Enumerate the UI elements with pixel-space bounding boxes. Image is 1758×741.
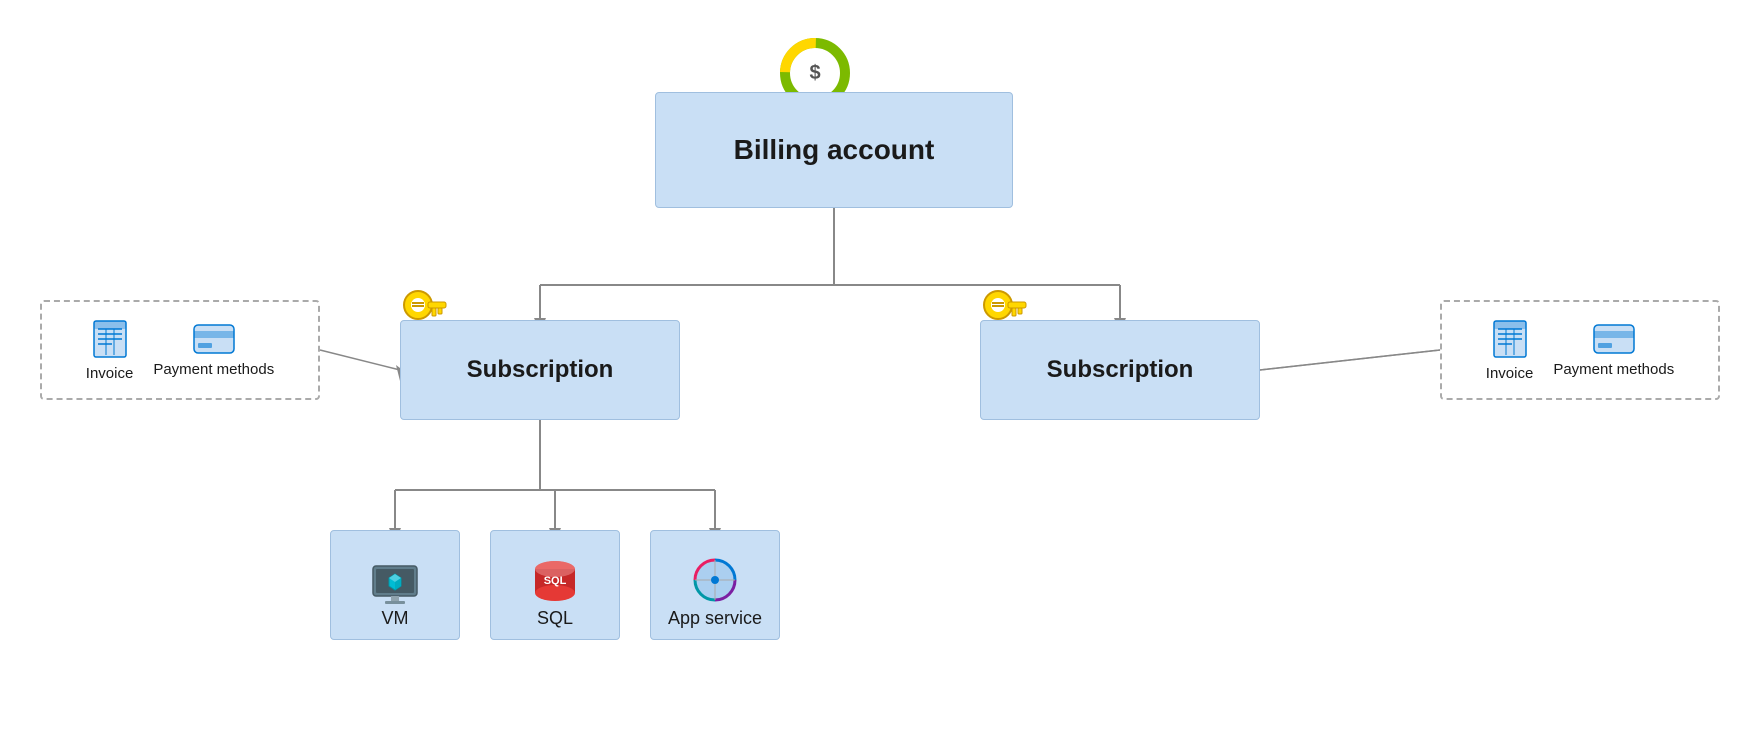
invoice-left-label: Invoice [86, 365, 134, 382]
payment-right-item: Payment methods [1553, 323, 1674, 378]
invoice-right-item: Invoice [1486, 319, 1534, 382]
svg-text:SQL: SQL [544, 575, 567, 587]
invoice-left-item: Invoice [86, 319, 134, 382]
diagram-container: $ Billing account [0, 0, 1758, 741]
right-side-box: Invoice Payment methods [1440, 300, 1720, 400]
invoice-right-label: Invoice [1486, 365, 1534, 382]
payment-left-item: Payment methods [153, 323, 274, 378]
subscription-left-label: Subscription [467, 356, 614, 384]
left-side-box: Invoice Payment methods [40, 300, 320, 400]
sql-node: SQL SQL [490, 530, 620, 640]
billing-account-label: Billing account [734, 134, 935, 166]
vm-node: VM [330, 530, 460, 640]
subscription-right-node: Subscription [980, 320, 1260, 420]
appservice-label: App service [668, 608, 762, 629]
vm-label: VM [382, 608, 409, 629]
payment-right-label: Payment methods [1553, 361, 1674, 378]
billing-account-node: Billing account [655, 92, 1013, 208]
subscription-left-node: Subscription [400, 320, 680, 420]
sql-label: SQL [537, 608, 573, 629]
payment-left-label: Payment methods [153, 361, 274, 378]
svg-text:$: $ [809, 62, 820, 84]
appservice-node: App service [650, 530, 780, 640]
subscription-right-label: Subscription [1047, 356, 1194, 384]
